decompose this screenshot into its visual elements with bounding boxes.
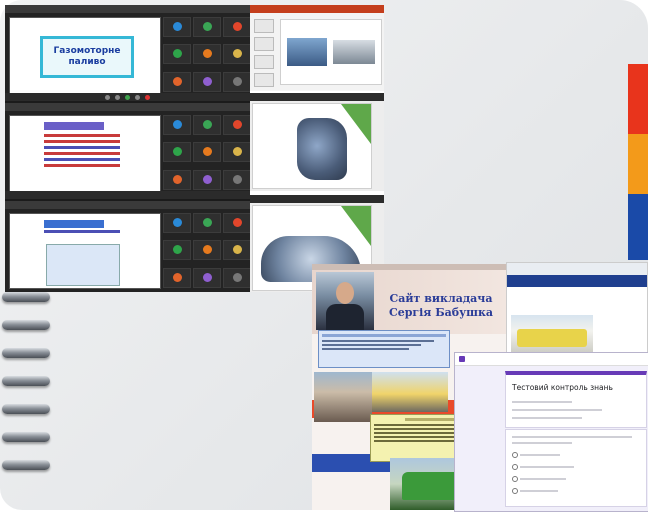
form-question-card [505,429,647,507]
participant-tile[interactable] [193,240,221,261]
forms-logo-icon [459,356,465,362]
participant-tile[interactable] [193,142,221,163]
participant-tile[interactable] [223,213,251,233]
engine-image [297,118,347,180]
participant-tile[interactable] [193,115,221,135]
zoom-toolbar [5,191,255,199]
form-toolbar [455,353,648,366]
leave-icon[interactable] [145,95,150,100]
participant-tile[interactable] [193,44,221,65]
shared-slide-1: Газомоторне паливо [9,17,161,97]
form-header-card: Тестовий контроль знань [505,371,647,428]
participant-tiles [163,213,253,293]
camera-icon[interactable] [115,95,120,100]
participant-tile[interactable] [223,44,251,65]
spiral-binding-icon [2,292,52,492]
zoom-toolbar [5,93,255,101]
participant-tile[interactable] [193,169,221,190]
mic-icon[interactable] [105,95,110,100]
chat-icon[interactable] [135,95,140,100]
participant-tile[interactable] [223,115,251,135]
radio-option[interactable] [512,464,518,470]
radio-option[interactable] [512,476,518,482]
radio-option[interactable] [512,452,518,458]
participant-tile[interactable] [193,71,221,92]
crowd-photo [314,372,372,422]
participant-tile[interactable] [223,240,251,261]
yellow-buses-photo [372,372,448,412]
participant-tile[interactable] [193,267,221,288]
teacher-photo [316,272,374,330]
ppt-slide [252,103,372,189]
share-icon[interactable] [125,95,130,100]
orange-strip [628,134,648,194]
radio-option[interactable] [512,488,518,494]
red-strip [628,64,648,134]
participant-tile[interactable] [163,169,191,190]
participant-tile[interactable] [223,142,251,163]
minibuses-photo [511,315,593,355]
participant-tile[interactable] [163,115,191,135]
slide-title: Газомоторне паливо [40,36,134,78]
participant-tile[interactable] [193,17,221,37]
zoom-row-1: Газомоторне паливо [5,5,255,101]
participant-tile[interactable] [223,267,251,288]
participant-tile[interactable] [163,71,191,92]
ppt-window-2 [250,93,384,191]
participant-tiles [163,17,253,97]
ppt-window-1 [250,5,384,91]
zoom-row-3 [5,201,255,292]
participant-tile[interactable] [163,240,191,261]
zoom-row-2 [5,103,255,199]
powerpoint-screenshots [250,5,384,292]
site-title: Сайт викладача Сергія Бабушка [388,292,494,319]
google-form-screenshot: Тестовий контроль знань [454,352,648,512]
info-callout-blue [318,330,450,368]
participant-tile[interactable] [223,17,251,37]
notebook-board: Газомоторне паливо Сайт викладача Сергія… [0,0,648,512]
participant-tile[interactable] [163,213,191,233]
participant-tile[interactable] [193,213,221,233]
form-title: Тестовий контроль знань [512,383,613,392]
shared-slide-3 [9,213,161,289]
blue-strip [628,194,648,260]
participant-tile[interactable] [163,44,191,65]
participant-tile[interactable] [163,267,191,288]
participant-tile[interactable] [163,17,191,37]
shared-slide-2 [9,115,161,195]
ppt-slide [280,19,382,85]
participant-tiles [163,115,253,195]
participant-tile[interactable] [223,169,251,190]
participant-tile[interactable] [223,71,251,92]
participant-tile[interactable] [163,142,191,163]
